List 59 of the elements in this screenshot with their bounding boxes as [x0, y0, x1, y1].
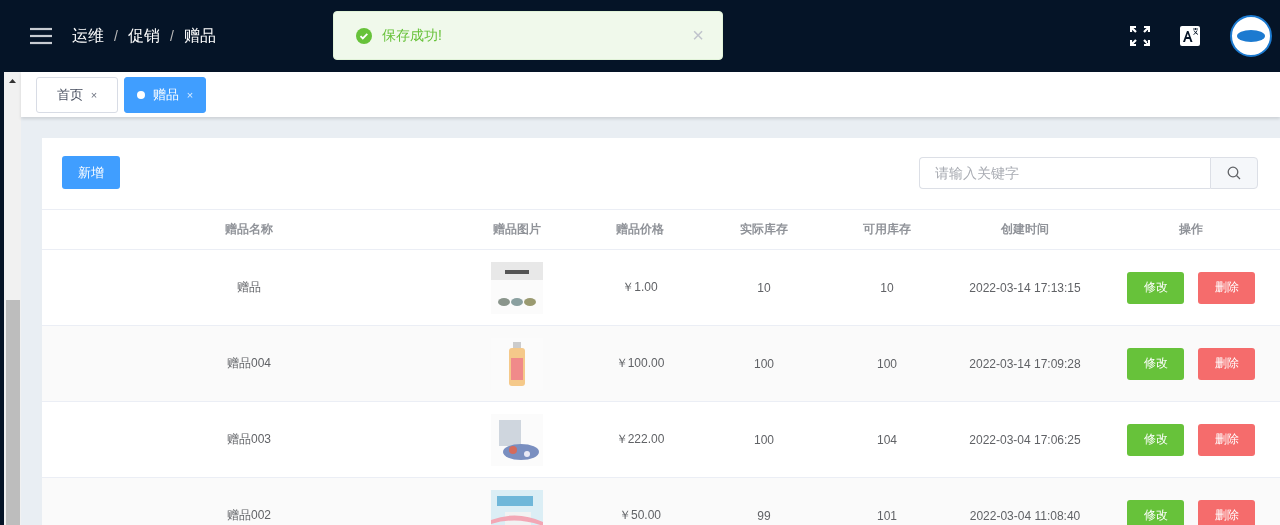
table-cell-text: 100	[876, 356, 898, 371]
avatar-icon[interactable]	[1230, 15, 1272, 57]
column-header: 实际库存	[739, 221, 789, 238]
breadcrumb-separator: /	[169, 28, 174, 44]
table-cell-text: 赠品003	[226, 431, 272, 448]
tab[interactable]: 赠品 ×	[124, 76, 206, 113]
table-cell-text: 赠品	[236, 279, 262, 296]
search-icon	[1227, 165, 1241, 180]
table-cell-text: 10	[879, 280, 895, 295]
table-cell-text: 100	[753, 432, 775, 447]
table-cell-text: 104	[876, 432, 898, 447]
tab-label: 首页	[56, 85, 83, 104]
column-header: 赠品价格	[615, 221, 665, 238]
search-field[interactable]: 请输入关键字	[919, 156, 1210, 189]
table-cell-text: 2022-03-04 11:08:40	[968, 508, 1082, 523]
add-button[interactable]: 新增	[62, 156, 120, 189]
tab-label: 赠品	[152, 85, 179, 104]
breadcrumb-item[interactable]: 促销	[127, 25, 160, 47]
table-cell-text: ￥50.00	[618, 507, 662, 524]
delete-button[interactable]: 删除	[1198, 499, 1255, 525]
delete-button[interactable]: 删除	[1198, 347, 1255, 380]
edit-button[interactable]: 修改	[1127, 499, 1184, 525]
delete-button[interactable]: 删除	[1198, 423, 1255, 456]
table-cell-text: 101	[876, 508, 898, 523]
column-header: 创建时间	[1000, 221, 1050, 238]
close-icon[interactable]: ×	[90, 88, 98, 101]
menu-icon[interactable]	[30, 27, 52, 45]
column-header: 赠品图片	[492, 221, 542, 238]
table-cell-text: 2022-03-14 17:09:28	[968, 356, 1082, 371]
search-button[interactable]	[1210, 156, 1258, 189]
toast-message: 保存成功!	[382, 26, 442, 45]
table-cell-text: 99	[756, 508, 772, 523]
table-cell-text: 2022-03-14 17:13:15	[968, 280, 1082, 295]
translate-icon[interactable]	[1180, 26, 1200, 46]
breadcrumb-item[interactable]: 运维	[72, 25, 104, 47]
column-header: 可用库存	[862, 221, 912, 238]
table-cell-text: 100	[753, 356, 775, 371]
tab[interactable]: 首页 ×	[36, 76, 118, 113]
breadcrumb-separator: /	[114, 28, 118, 44]
table-cell-text: ￥222.00	[614, 431, 666, 448]
column-header: 操作	[1178, 221, 1204, 238]
close-icon[interactable]: ×	[186, 88, 194, 101]
success-icon	[356, 27, 372, 44]
table-cell-text: 赠品002	[226, 507, 272, 524]
edit-button[interactable]: 修改	[1127, 423, 1184, 456]
fullscreen-icon[interactable]	[1130, 26, 1150, 46]
table-cell-text: ￥1.00	[621, 279, 659, 296]
close-icon[interactable]: ×	[692, 24, 704, 47]
table-cell-text: 10	[756, 280, 772, 295]
delete-button[interactable]: 删除	[1198, 271, 1255, 304]
edit-button[interactable]: 修改	[1127, 347, 1184, 380]
scrollbar-thumb[interactable]	[6, 300, 20, 525]
active-dot-icon	[136, 90, 145, 99]
table-cell-text: 赠品004	[226, 355, 272, 372]
breadcrumb-item[interactable]: 赠品	[183, 25, 216, 47]
edit-button[interactable]: 修改	[1127, 271, 1184, 304]
column-header: 赠品名称	[224, 221, 274, 238]
table-cell-text: 2022-03-04 17:06:25	[968, 432, 1082, 447]
table-cell-text: ￥100.00	[614, 355, 666, 372]
